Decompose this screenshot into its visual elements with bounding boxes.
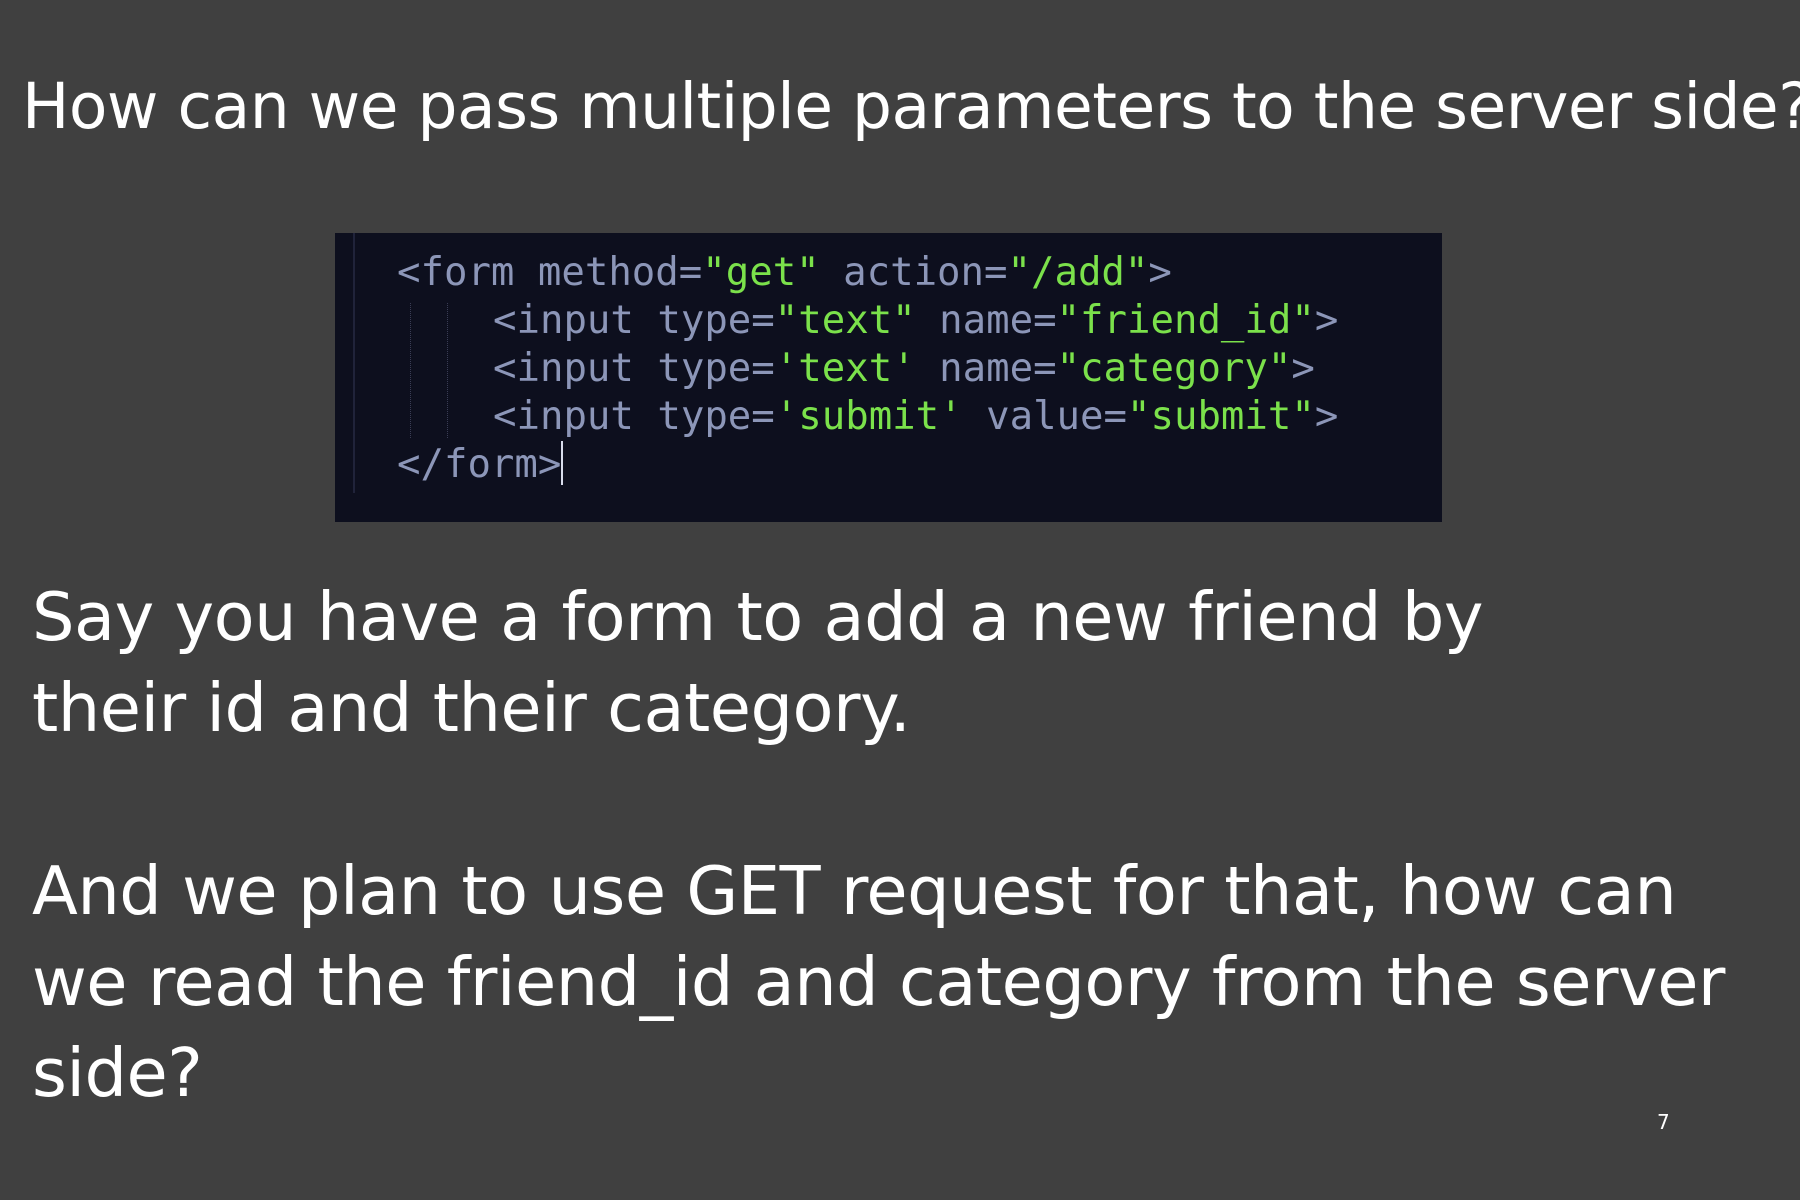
code-token-str: "friend_id" xyxy=(1056,298,1315,343)
code-line: <input type='text' name="category"> xyxy=(397,345,1338,393)
code-token-str: 'text' xyxy=(774,346,916,391)
code-token-tag: > xyxy=(1314,394,1339,439)
body-line: side? xyxy=(32,1034,203,1112)
code-line: </form> xyxy=(397,441,1338,489)
code-token-tag: > xyxy=(1291,346,1315,391)
body-paragraph-1: Say you have a form to add a new friend … xyxy=(32,572,1484,754)
code-token-str: "text" xyxy=(774,298,916,343)
code-token-attr: type= xyxy=(633,346,775,391)
code-token-tag: > xyxy=(1314,298,1339,343)
code-token-tag: <input xyxy=(493,394,634,439)
code-line: <input type="text" name="friend_id"> xyxy=(397,297,1338,345)
code-lines: <form method="get" action="/add"> <input … xyxy=(397,249,1338,489)
code-token-attr: name= xyxy=(915,346,1057,391)
page-number: 7 xyxy=(1657,1110,1670,1134)
code-token-str: "category" xyxy=(1056,346,1292,391)
body-line: And we plan to use GET request for that,… xyxy=(32,852,1677,930)
code-token-str: "/add" xyxy=(1007,250,1149,295)
code-token-attr: value= xyxy=(962,394,1127,439)
code-gutter-line xyxy=(353,233,355,493)
code-token-tag: <input xyxy=(493,346,634,391)
code-snippet: <form method="get" action="/add"> <input … xyxy=(335,233,1442,522)
code-token-attr: type= xyxy=(633,298,775,343)
code-token-attr: method= xyxy=(514,250,703,295)
body-line: their id and their category. xyxy=(32,669,911,747)
code-token-tag: <input xyxy=(493,298,634,343)
code-token-attr: type= xyxy=(633,394,775,439)
code-line: <form method="get" action="/add"> xyxy=(397,249,1338,297)
body-line: we read the friend_id and category from … xyxy=(32,943,1725,1021)
body-line: Say you have a form to add a new friend … xyxy=(32,578,1484,656)
code-token-str: "get" xyxy=(702,250,820,295)
body-paragraph-2: And we plan to use GET request for that,… xyxy=(32,846,1725,1119)
code-token-str: 'submit' xyxy=(774,394,963,439)
code-line: <input type='submit' value="submit"> xyxy=(397,393,1338,441)
code-token-tag: <form xyxy=(397,250,515,295)
code-token-attr: action= xyxy=(819,250,1008,295)
slide-title: How can we pass multiple parameters to t… xyxy=(22,70,1800,143)
text-cursor xyxy=(561,441,564,485)
code-token-tag: </form> xyxy=(397,442,562,487)
code-token-tag: > xyxy=(1148,250,1172,295)
code-token-attr: name= xyxy=(915,298,1057,343)
code-token-str: "submit" xyxy=(1127,394,1315,439)
